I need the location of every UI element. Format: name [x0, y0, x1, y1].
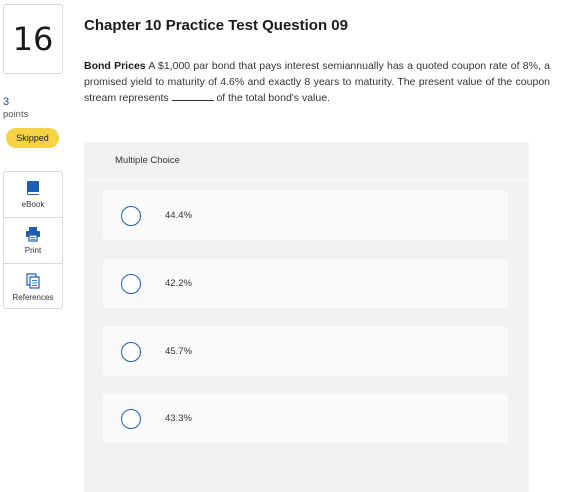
question-number: 16: [3, 4, 63, 74]
references-button[interactable]: References: [4, 264, 62, 310]
choice-option[interactable]: 43.3%: [103, 394, 508, 443]
multiple-choice-panel: Multiple Choice 44.4% 42.2% 45.7% 43.3%: [84, 142, 529, 492]
printer-icon: [26, 227, 40, 242]
print-button[interactable]: Print: [4, 218, 62, 264]
radio-button[interactable]: [121, 341, 141, 362]
choice-label: 45.7%: [165, 346, 192, 357]
radio-button[interactable]: [121, 408, 141, 429]
points-value: 3: [3, 96, 10, 108]
choice-label: 43.3%: [165, 413, 192, 424]
radio-button[interactable]: [121, 273, 141, 294]
tools-panel: eBook Print References: [3, 171, 63, 309]
choice-option[interactable]: 44.4%: [103, 191, 508, 240]
answer-blank: [171, 91, 214, 101]
book-icon: [27, 181, 39, 195]
question-title: Chapter 10 Practice Test Question 09: [84, 17, 348, 34]
ebook-label: eBook: [21, 200, 45, 209]
choice-label: 42.2%: [165, 278, 192, 289]
ebook-button[interactable]: eBook: [4, 172, 62, 218]
choice-option[interactable]: 42.2%: [103, 259, 508, 308]
radio-button[interactable]: [121, 205, 141, 226]
question-body-end: of the total bond's value.: [216, 92, 330, 104]
choice-label: 44.4%: [165, 210, 192, 221]
points-label: points: [3, 109, 29, 120]
references-label: References: [12, 292, 54, 302]
question-text: Bond Prices A $1,000 par bond that pays …: [84, 58, 550, 106]
status-badge: Skipped: [6, 128, 59, 148]
print-label: Print: [24, 246, 42, 255]
choice-option[interactable]: 45.7%: [103, 327, 508, 376]
question-topic: Bond Prices: [84, 60, 146, 72]
documents-icon: [26, 272, 40, 289]
multiple-choice-header: Multiple Choice: [84, 142, 529, 180]
